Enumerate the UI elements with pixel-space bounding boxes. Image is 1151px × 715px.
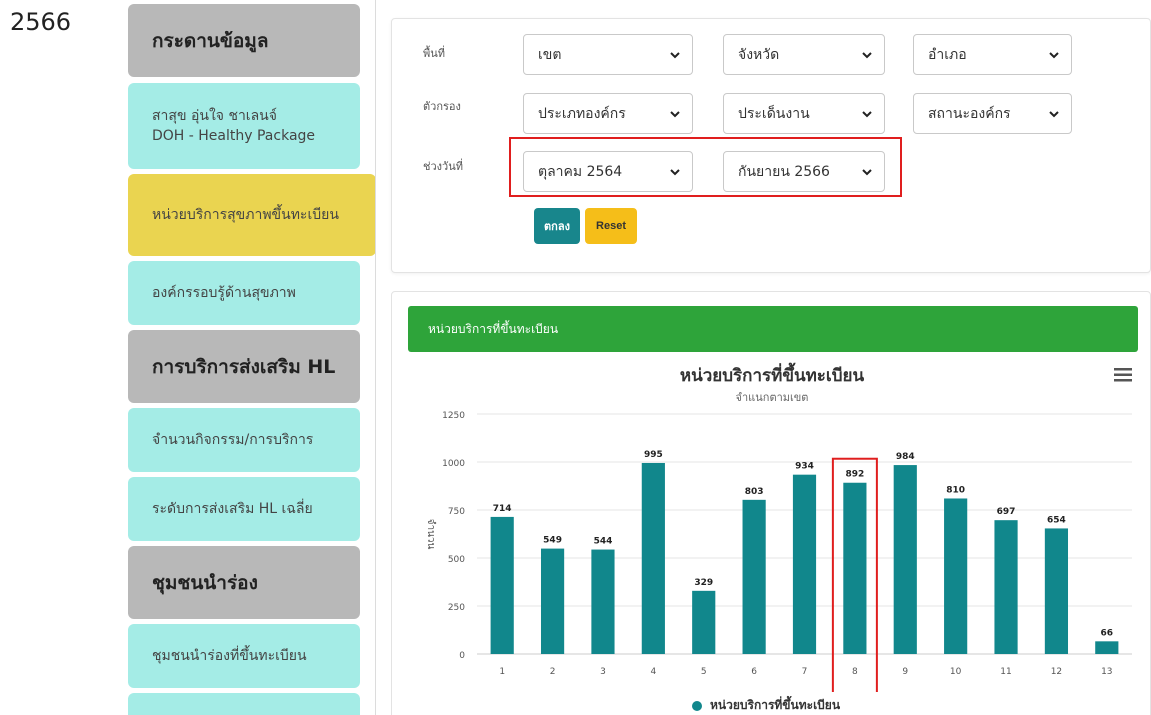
sidebar-head-label: กระดานข้อมูล xyxy=(152,29,269,52)
data-label: 892 xyxy=(845,470,864,480)
ok-button[interactable]: ตกลง xyxy=(534,208,580,244)
x-tick-label: 3 xyxy=(600,667,606,677)
org-status-select[interactable]: สถานะองค์กร xyxy=(913,93,1072,134)
org-type-select-value: ประเภทองค์กร xyxy=(538,105,626,122)
x-tick-label: 4 xyxy=(650,667,656,677)
bar-9 xyxy=(893,465,917,654)
reset-button[interactable]: Reset xyxy=(585,208,637,244)
chevron-down-icon xyxy=(670,52,680,59)
x-tick-label: 8 xyxy=(852,667,858,677)
y-tick-label: 0 xyxy=(459,651,465,661)
zone-select-value: เขต xyxy=(538,46,562,63)
filter-label: ตัวกรอง xyxy=(423,100,461,113)
bar-4 xyxy=(641,462,665,654)
sidebar-item-label: องค์กรรอบรู้ด้านสุขภาพ xyxy=(152,285,296,301)
date-range-label: ช่วงวันที่ xyxy=(423,160,463,173)
sidebar-item-hl-average[interactable]: ระดับการส่งเสริม HL เฉลี่ย xyxy=(128,477,360,541)
sidebar-item-sublabel: DOH - Healthy Package xyxy=(152,128,316,144)
bar-5 xyxy=(692,590,716,654)
data-label: 544 xyxy=(594,537,613,547)
x-tick-label: 11 xyxy=(1000,667,1011,677)
bar-12 xyxy=(1044,528,1069,654)
y-tick-label: 750 xyxy=(448,507,465,517)
bar-6 xyxy=(742,499,766,654)
chevron-down-icon xyxy=(862,111,872,118)
sidebar-item-activity-count[interactable]: จำนวนกิจกรรม/การบริการ xyxy=(128,408,360,472)
sidebar-item-label: ระดับการส่งเสริม HL เฉลี่ย xyxy=(152,501,313,517)
data-label: 697 xyxy=(997,507,1016,517)
x-tick-label: 10 xyxy=(950,667,962,677)
sidebar-item-label: สาสุข อุ่นใจ ชาเลนจ์ xyxy=(152,108,277,124)
legend-label: หน่วยบริการที่ขึ้นทะเบียน xyxy=(710,698,841,712)
sidebar-item-label: ชุมชนนำร่องที่ขึ้นทะเบียน xyxy=(152,648,307,664)
date-range-highlight xyxy=(509,137,902,197)
x-tick-label: 5 xyxy=(701,667,707,677)
sidebar-item-partial[interactable] xyxy=(128,693,360,715)
chart-legend[interactable]: หน่วยบริการที่ขึ้นทะเบียน xyxy=(692,696,840,715)
y-tick-label: 1000 xyxy=(442,459,465,469)
bar-10 xyxy=(944,498,968,654)
x-tick-label: 1 xyxy=(499,667,505,677)
chart-panel: หน่วยบริการที่ขึ้นทะเบียน หน่วยบริการที่… xyxy=(391,291,1151,715)
sidebar: กระดานข้อมูล สาสุข อุ่นใจ ชาเลนจ์ DOH - … xyxy=(128,0,378,715)
org-type-select[interactable]: ประเภทองค์กร xyxy=(523,93,693,134)
data-label: 66 xyxy=(1101,628,1114,638)
x-tick-label: 13 xyxy=(1101,667,1112,677)
district-select-value: อำเภอ xyxy=(928,46,967,63)
data-label: 654 xyxy=(1047,515,1066,525)
data-label: 549 xyxy=(543,536,562,546)
y-tick-label: 250 xyxy=(448,603,465,613)
sidebar-item-healthy-package[interactable]: สาสุข อุ่นใจ ชาเลนจ์ DOH - Healthy Packa… xyxy=(128,83,360,169)
data-label: 995 xyxy=(644,450,663,460)
chevron-down-icon xyxy=(1049,111,1059,118)
y-axis-label: จำนวน xyxy=(425,519,436,550)
chevron-down-icon xyxy=(862,52,872,59)
y-tick-label: 1250 xyxy=(442,411,465,421)
data-label: 803 xyxy=(745,487,764,497)
sidebar-head-label: การบริการส่งเสริม HL xyxy=(152,355,336,378)
year-label: 2566 xyxy=(10,8,72,36)
district-select[interactable]: อำเภอ xyxy=(913,34,1072,75)
data-label: 810 xyxy=(946,485,965,495)
bar-1 xyxy=(490,516,514,654)
work-issue-select[interactable]: ประเด็นงาน xyxy=(723,93,885,134)
x-tick-label: 9 xyxy=(902,667,908,677)
bar-chart: 0 250 500 750 1000 1250 จำนวน 714 1 549 2 544 3 995 4 3… xyxy=(425,411,1132,692)
bar-3 xyxy=(591,549,615,654)
sidebar-item-health-literate-org[interactable]: องค์กรรอบรู้ด้านสุขภาพ xyxy=(128,261,360,325)
sidebar-item-label: จำนวนกิจกรรม/การบริการ xyxy=(152,432,314,448)
filter-panel: พื้นที่ ตัวกรอง ช่วงวันที่ เขต จังหวัด อ… xyxy=(391,18,1151,273)
y-tick-label: 500 xyxy=(448,555,465,565)
bar-8 xyxy=(843,482,867,654)
legend-marker xyxy=(692,700,702,711)
sidebar-divider xyxy=(375,0,376,715)
data-label: 984 xyxy=(896,452,915,462)
org-status-select-value: สถานะองค์กร xyxy=(928,105,1011,122)
sidebar-item-registered-units[interactable]: หน่วยบริการสุขภาพขึ้นทะเบียน xyxy=(128,174,376,256)
area-label: พื้นที่ xyxy=(423,47,446,60)
data-label: 329 xyxy=(694,578,713,588)
sidebar-head-pilot-community[interactable]: ชุมชนนำร่อง xyxy=(128,546,360,619)
chevron-down-icon xyxy=(1049,52,1059,59)
bar-2 xyxy=(540,548,565,654)
data-label: 714 xyxy=(493,504,512,514)
x-tick-label: 2 xyxy=(550,667,556,677)
data-label: 934 xyxy=(795,462,814,472)
bar-11 xyxy=(994,520,1018,654)
sidebar-head-label: ชุมชนนำร่อง xyxy=(152,571,258,594)
province-select-value: จังหวัด xyxy=(738,46,780,63)
work-issue-select-value: ประเด็นงาน xyxy=(738,105,810,122)
chevron-down-icon xyxy=(670,111,680,118)
bar-7 xyxy=(792,474,817,654)
x-tick-label: 12 xyxy=(1051,667,1062,677)
sidebar-head-dashboard[interactable]: กระดานข้อมูล xyxy=(128,4,360,77)
x-tick-label: 7 xyxy=(802,667,808,677)
province-select[interactable]: จังหวัด xyxy=(723,34,885,75)
bar-13 xyxy=(1095,641,1119,654)
x-tick-label: 6 xyxy=(751,667,757,677)
sidebar-item-registered-community[interactable]: ชุมชนนำร่องที่ขึ้นทะเบียน xyxy=(128,624,360,688)
sidebar-head-hl-services[interactable]: การบริการส่งเสริม HL xyxy=(128,330,360,403)
sidebar-item-label: หน่วยบริการสุขภาพขึ้นทะเบียน xyxy=(152,207,339,223)
zone-select[interactable]: เขต xyxy=(523,34,693,75)
